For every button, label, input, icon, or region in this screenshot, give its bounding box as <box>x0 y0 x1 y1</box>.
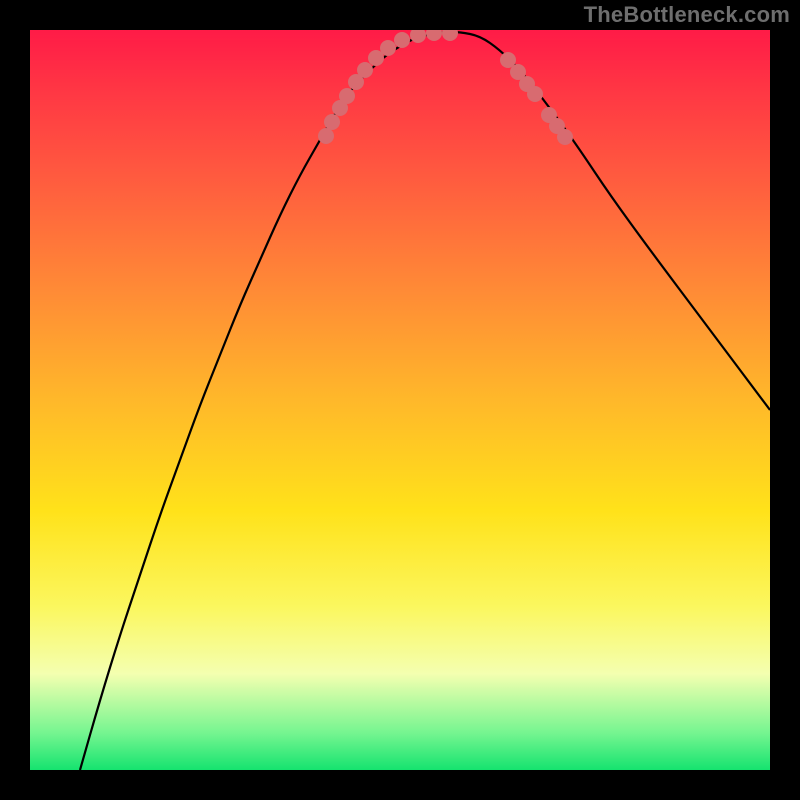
curve-dot <box>426 30 442 41</box>
curve-dot <box>527 86 543 102</box>
curve-dot <box>339 88 355 104</box>
curve-dot <box>380 40 396 56</box>
curve-dot <box>318 128 334 144</box>
watermark-text: TheBottleneck.com <box>584 2 790 28</box>
dots-left-cluster <box>318 30 458 144</box>
frame: TheBottleneck.com <box>0 0 800 800</box>
curve-dot <box>394 32 410 48</box>
dots-right-cluster <box>500 52 573 145</box>
plot-area <box>30 30 770 770</box>
dots-svg <box>30 30 770 770</box>
curve-dot <box>324 114 340 130</box>
curve-dot <box>357 62 373 78</box>
curve-dot <box>442 30 458 41</box>
curve-dot <box>410 30 426 43</box>
curve-dot <box>557 129 573 145</box>
